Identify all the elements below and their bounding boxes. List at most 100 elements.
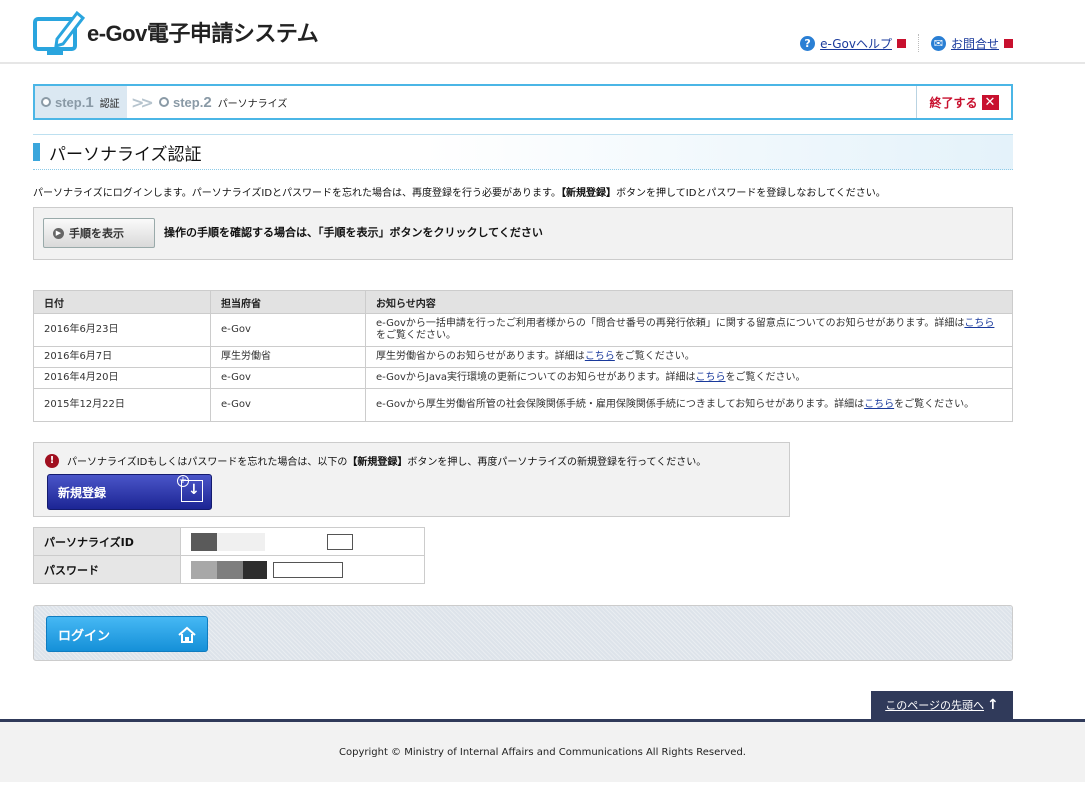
- news-content-text: e-GovからJava実行環境の更新についてのお知らせがあります。詳細は: [376, 372, 696, 383]
- news-content-text: をご覧ください。: [725, 372, 806, 383]
- news-detail-link[interactable]: こちら: [864, 399, 894, 410]
- notice-text: パーソナライズIDもしくはパスワードを忘れた場合は、以下の: [67, 457, 348, 468]
- password-input[interactable]: [191, 560, 424, 579]
- column-header-content: お知らせ内容: [365, 290, 1013, 314]
- download-icon: [181, 480, 203, 502]
- id-cell: [180, 527, 425, 556]
- redacted-block: [265, 532, 321, 551]
- news-ministry: 厚生労働省: [210, 346, 366, 368]
- news-content-text: をご覧ください。: [894, 399, 975, 410]
- login-button-area: ログイン: [33, 605, 1013, 661]
- mail-icon: ✉: [930, 35, 946, 51]
- procedure-text: 操作の手順を確認する場合は、「手順を表示」ボタンをクリックしてください: [164, 226, 543, 239]
- computer-pencil-icon: [33, 10, 85, 55]
- password-row: パスワード: [33, 555, 425, 584]
- step-1: step.1 認証: [35, 86, 127, 118]
- notice-message: ! パーソナライズIDもしくはパスワードを忘れた場合は、以下の【新規登録】ボタン…: [45, 453, 706, 468]
- news-date: 2016年4月20日: [33, 367, 211, 389]
- section-heading: パーソナライズ認証: [33, 134, 1013, 170]
- external-window-icon: [1004, 35, 1016, 48]
- step-dot-icon: [41, 97, 51, 107]
- contact-link[interactable]: ✉ お問合せ: [930, 35, 1016, 52]
- column-header-date: 日付: [33, 290, 211, 314]
- news-detail-link[interactable]: こちら: [696, 372, 726, 383]
- news-ministry: e-Gov: [210, 388, 366, 422]
- password-cell: [180, 555, 425, 584]
- step-2-number: 2: [203, 93, 212, 111]
- close-icon: ✕: [981, 94, 999, 110]
- news-ministry: e-Gov: [210, 313, 366, 347]
- notice-text-bold: 【新規登録】: [347, 457, 408, 468]
- heading-bar: [33, 143, 40, 161]
- news-content-text: 厚生労働省からのお知らせがあります。詳細は: [376, 351, 585, 362]
- step-2-prefix: step.: [173, 94, 204, 110]
- page-top-label[interactable]: このページの先頭へ: [885, 697, 984, 713]
- redacted-block: [217, 560, 243, 579]
- intro-text: パーソナライズにログインします。パーソナライズIDとパスワードを忘れた場合は、再…: [33, 184, 886, 199]
- id-label: パーソナライズID: [33, 527, 181, 556]
- step-progress-bar: step.1 認証 >> step.2 パーソナライズ 終了する ✕: [33, 84, 1013, 120]
- table-row: 2016年6月23日 e-Gov e-Govから一括申請を行ったご利用者様からの…: [33, 313, 1013, 347]
- show-procedure-label: 手順を表示: [69, 227, 124, 240]
- news-content-text: e-Govから厚生労働省所管の社会保険関係手続・雇用保険関係手続につきましてお知…: [376, 399, 865, 410]
- news-detail-link[interactable]: こちら: [585, 351, 615, 362]
- procedure-box: ▶ 手順を表示 操作の手順を確認する場合は、「手順を表示」ボタンをクリックしてく…: [33, 207, 1013, 260]
- finish-button[interactable]: 終了する ✕: [916, 86, 1011, 118]
- contact-link-label[interactable]: お問合せ: [951, 35, 999, 52]
- news-detail-link[interactable]: こちら: [964, 318, 994, 329]
- home-icon: [178, 626, 196, 643]
- arrow-up-icon: ↑: [987, 697, 999, 713]
- double-chevron-right-icon: >>: [131, 93, 154, 112]
- table-row: 2016年4月20日 e-Gov e-GovからJava実行環境の更新についての…: [33, 367, 1013, 389]
- redacted-block: [191, 560, 217, 579]
- news-content: 厚生労働省からのお知らせがあります。詳細はこちらをご覧ください。: [365, 346, 1013, 368]
- site-header: e-Gov電子申請システム ? e-Govヘルプ ✉ お問合せ: [0, 0, 1085, 64]
- new-registration-button[interactable]: 新規登録 +: [47, 474, 212, 510]
- news-date: 2016年6月7日: [33, 346, 211, 368]
- news-date: 2016年6月23日: [33, 313, 211, 347]
- show-procedure-button[interactable]: ▶ 手順を表示: [43, 218, 155, 248]
- id-field[interactable]: [327, 533, 353, 550]
- warning-icon: !: [45, 453, 59, 468]
- help-link[interactable]: ? e-Govヘルプ: [800, 35, 909, 52]
- news-table: 日付 担当府省 お知らせ内容 2016年6月23日 e-Gov e-Govから一…: [33, 290, 1013, 422]
- table-row: 2015年12月22日 e-Gov e-Govから厚生労働省所管の社会保険関係手…: [33, 388, 1013, 422]
- news-ministry: e-Gov: [210, 367, 366, 389]
- password-field[interactable]: [273, 561, 343, 578]
- egov-logo[interactable]: e-Gov電子申請システム: [33, 7, 319, 57]
- news-content-text: e-Govから一括申請を行ったご利用者様からの「問合せ番号の再発行依頼」に関する…: [376, 318, 965, 329]
- new-registration-label: 新規登録: [58, 485, 107, 500]
- header-divider: [917, 34, 919, 52]
- help-link-label[interactable]: e-Govヘルプ: [820, 35, 892, 52]
- redacted-block: [217, 532, 265, 551]
- step-dot-icon: [159, 97, 169, 107]
- news-content: e-GovからJava実行環境の更新についてのお知らせがあります。詳細はこちらを…: [365, 367, 1013, 389]
- step-2-name: パーソナライズ: [217, 98, 288, 110]
- step-1-prefix: step.: [55, 94, 86, 110]
- intro-text-bold: 【新規登録】: [561, 188, 617, 199]
- table-row: 2016年6月7日 厚生労働省 厚生労働省からのお知らせがあります。詳細はこちら…: [33, 346, 1013, 368]
- step-2: step.2 パーソナライズ: [159, 86, 287, 118]
- login-button[interactable]: ログイン: [46, 616, 208, 652]
- id-row: パーソナライズID: [33, 527, 425, 556]
- copyright-text: Copyright © Ministry of Internal Affairs…: [339, 747, 746, 758]
- intro-text-part: ボタンを押してIDとパスワードを登録しなおしてください。: [616, 188, 886, 199]
- news-content: e-Govから厚生労働省所管の社会保険関係手続・雇用保険関係手続につきましてお知…: [365, 388, 1013, 422]
- finish-label: 終了する: [929, 95, 978, 110]
- news-content-text: をご覧ください。: [614, 351, 695, 362]
- id-input[interactable]: [191, 532, 424, 551]
- redacted-block: [243, 560, 267, 579]
- step-1-name: 認証: [99, 98, 120, 110]
- site-footer: Copyright © Ministry of Internal Affairs…: [0, 719, 1085, 782]
- step-1-number: 1: [85, 93, 94, 111]
- page-top-link[interactable]: このページの先頭へ ↑: [871, 691, 1013, 719]
- site-title: e-Gov電子申請システム: [87, 21, 319, 46]
- news-content: e-Govから一括申請を行ったご利用者様からの「問合せ番号の再発行依頼」に関する…: [365, 313, 1013, 347]
- notice-text: ボタンを押し、再度パーソナライズの新規登録を行ってください。: [407, 457, 707, 468]
- help-icon: ?: [800, 35, 816, 51]
- news-date: 2015年12月22日: [33, 388, 211, 422]
- news-content-text: をご覧ください。: [376, 330, 456, 341]
- page-title: パーソナライズ認証: [49, 144, 202, 165]
- play-icon: ▶: [53, 227, 64, 239]
- header-links: ? e-Govヘルプ ✉ お問合せ: [800, 34, 1016, 52]
